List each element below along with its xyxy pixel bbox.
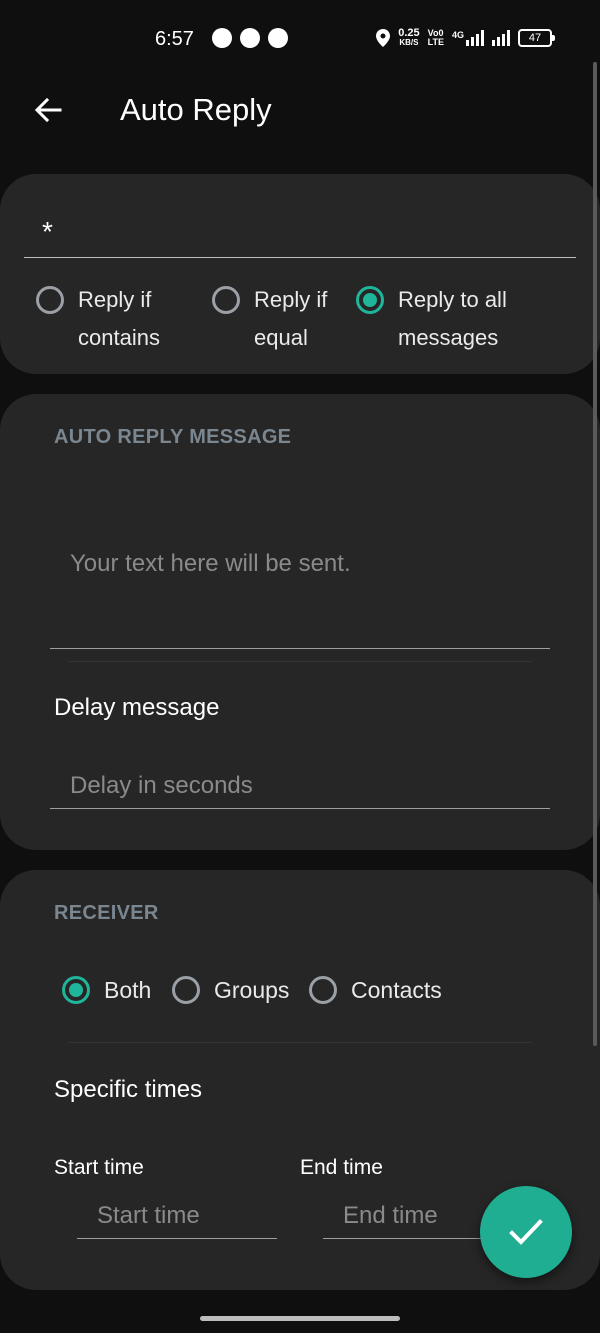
section-label-receiver: RECEIVER <box>54 902 159 924</box>
delay-placeholder: Delay in seconds <box>70 772 253 799</box>
auto-reply-message-input[interactable]: Your text here will be sent. <box>50 534 550 649</box>
radio-label: Reply if contains <box>78 286 160 352</box>
label-line2: messages <box>398 325 499 350</box>
battery-level: 47 <box>528 32 542 44</box>
signal-4g: 4G <box>452 30 484 46</box>
notification-icons <box>212 28 288 48</box>
start-time-placeholder: Start time <box>97 1202 200 1229</box>
radio-reply-if-equal[interactable]: Reply if equal <box>212 286 356 352</box>
radio-circle <box>212 286 240 314</box>
end-time-label: End time <box>300 1156 383 1179</box>
match-options: Reply if contains Reply if equal Reply t… <box>36 286 507 352</box>
specific-times-title: Specific times <box>54 1076 203 1103</box>
scrollbar[interactable] <box>593 62 597 1046</box>
status-time: 6:57 <box>155 28 194 50</box>
label-line1: Reply if <box>254 287 328 312</box>
receiver-options: Both Groups Contacts <box>62 976 442 1004</box>
radio-circle-selected <box>62 976 90 1004</box>
radio-label: Reply to all messages <box>398 286 507 352</box>
arrow-left-icon[interactable] <box>32 94 64 126</box>
check-icon <box>509 1219 543 1245</box>
volte-indicator: Vo0 LTE <box>428 29 444 47</box>
system-icons: 0.25 KB/S Vo0 LTE 4G 47 <box>376 28 555 48</box>
match-mode-card: * Reply if contains Reply if equal Reply… <box>0 174 600 374</box>
save-fab-button[interactable] <box>480 1186 572 1278</box>
radio-circle-selected <box>356 286 384 314</box>
radio-label: Contacts <box>351 977 442 1003</box>
shield-heart-icon <box>268 28 288 48</box>
network-type: 4G <box>451 30 464 40</box>
radio-contacts[interactable]: Contacts <box>309 976 442 1004</box>
app-bar: Auto Reply <box>0 80 600 140</box>
message-placeholder: Your text here will be sent. <box>70 550 351 577</box>
label-line2: equal <box>254 325 308 350</box>
radio-both[interactable]: Both <box>62 976 172 1004</box>
chat-bubble-icon <box>212 28 232 48</box>
label-line1: Reply if <box>78 287 152 312</box>
start-time-input[interactable]: Start time <box>77 1200 277 1239</box>
delay-input[interactable]: Delay in seconds <box>50 766 550 809</box>
radio-label: Reply if equal <box>254 286 327 352</box>
home-indicator[interactable] <box>200 1316 400 1321</box>
radio-circle <box>172 976 200 1004</box>
radio-groups[interactable]: Groups <box>172 976 309 1004</box>
delay-title: Delay message <box>54 694 220 721</box>
radio-label: Groups <box>214 977 290 1003</box>
location-icon <box>376 29 391 47</box>
keyword-value: * <box>42 216 53 247</box>
battery-icon: 47 <box>518 29 555 47</box>
divider <box>68 1042 532 1043</box>
end-time-placeholder: End time <box>343 1202 438 1229</box>
radio-label: Both <box>104 977 152 1003</box>
radio-reply-if-contains[interactable]: Reply if contains <box>36 286 212 352</box>
network-speed-value: 0.25 <box>398 27 420 39</box>
status-bar: 6:57 0.25 KB/S Vo0 LTE 4G 47 <box>0 0 600 80</box>
page-title: Auto Reply <box>120 92 272 127</box>
radio-reply-to-all[interactable]: Reply to all messages <box>356 286 507 352</box>
start-time-label: Start time <box>54 1156 144 1179</box>
volte-line2: LTE <box>427 37 444 47</box>
radio-circle <box>309 976 337 1004</box>
whatsapp-icon <box>240 28 260 48</box>
keyword-input[interactable]: * <box>24 216 576 258</box>
divider <box>68 661 532 662</box>
network-speed-unit: KB/S <box>399 38 419 47</box>
radio-circle <box>36 286 64 314</box>
network-speed: 0.25 KB/S <box>398 28 419 48</box>
label-line2: contains <box>78 325 160 350</box>
label-line1: Reply to all <box>398 287 507 312</box>
signal-bars-icon <box>466 30 484 46</box>
section-label-auto-reply: AUTO REPLY MESSAGE <box>54 426 292 448</box>
signal-bars-icon-2 <box>492 30 510 46</box>
message-card: AUTO REPLY MESSAGE Your text here will b… <box>0 394 600 850</box>
